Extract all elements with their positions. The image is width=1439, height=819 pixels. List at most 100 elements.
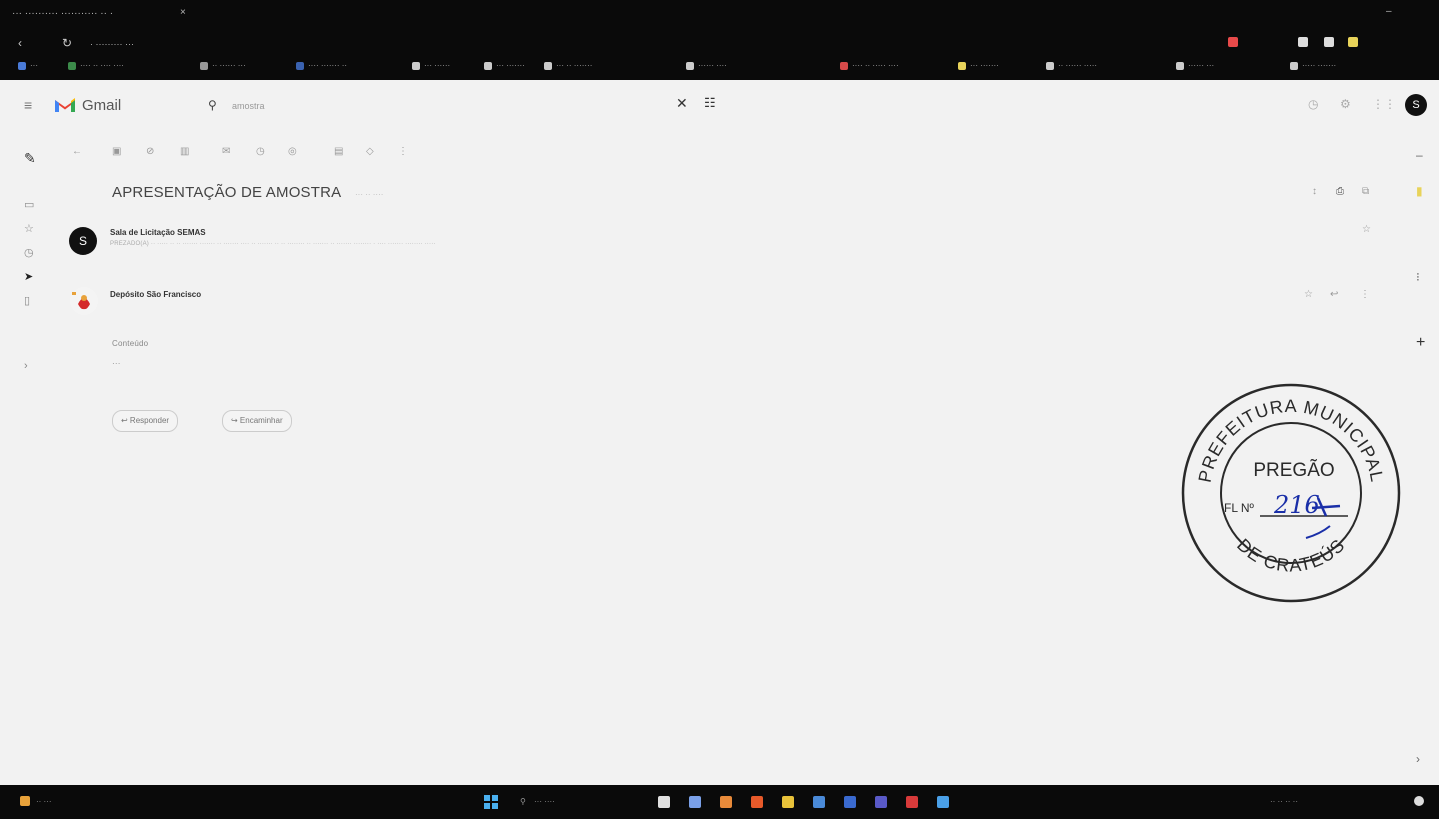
bookmark-item[interactable]: ······ ···· — [686, 61, 727, 70]
bookmark-item[interactable]: ···· ······· ·· — [296, 61, 347, 70]
taskbar-outlook-icon[interactable] — [844, 796, 856, 808]
taskbar-paint-icon[interactable] — [720, 796, 732, 808]
reply-button[interactable]: ↩ Responder — [112, 410, 179, 432]
extension-icon[interactable] — [1298, 37, 1308, 47]
compose-pencil-icon[interactable]: ✎ — [24, 150, 36, 167]
message-more-icon[interactable]: ⋮ — [1360, 289, 1370, 300]
bookmark-item[interactable]: ·· ······ ··· — [200, 61, 246, 70]
profile-icon[interactable] — [1348, 37, 1358, 47]
bookmark-item[interactable]: ····· ······· — [1290, 61, 1336, 70]
bookmark-item[interactable]: ··· ······ — [412, 61, 450, 70]
taskbar-store-icon[interactable] — [813, 796, 825, 808]
sender-avatar[interactable]: S — [69, 227, 97, 255]
bookmark-item[interactable]: ··· ······· — [958, 61, 999, 70]
thread-subject: APRESENTAÇÃO DE AMOSTRA — [112, 184, 342, 201]
bookmark-item[interactable]: ··· — [18, 61, 38, 70]
search-input[interactable] — [230, 96, 654, 116]
inbox-icon[interactable]: ▭ — [24, 198, 34, 211]
side-panel-calendar-icon[interactable]: – — [1416, 148, 1423, 162]
search-icon[interactable]: ⚲ — [208, 98, 217, 112]
system-tray-text[interactable]: ·· ·· ·· ·· — [1270, 797, 1298, 806]
labels-icon[interactable]: ◇ — [366, 146, 374, 157]
add-task-icon[interactable]: ◎ — [288, 146, 297, 157]
notification-icon[interactable] — [1414, 796, 1424, 806]
forward-button[interactable]: ↪ Encaminhar — [222, 410, 292, 432]
minimize-icon[interactable]: – — [1386, 6, 1392, 17]
report-spam-icon[interactable]: ⊘ — [146, 146, 154, 157]
taskbar-acrobat-icon[interactable] — [906, 796, 918, 808]
search-options-icon[interactable]: ☷ — [704, 95, 716, 111]
open-new-window-icon[interactable]: ⧉ — [1362, 186, 1369, 197]
sender-name[interactable]: Sala de Licitação SEMAS — [110, 228, 206, 237]
move-to-icon[interactable]: ▤ — [334, 146, 343, 157]
bookmark-item[interactable]: ··· ······· — [484, 61, 525, 70]
snoozed-icon[interactable]: ◷ — [24, 246, 34, 259]
sender-logo-icon[interactable] — [69, 286, 99, 316]
gmail-brand: Gmail — [82, 97, 122, 114]
url-field[interactable]: · ········· ··· — [90, 39, 134, 49]
show-trimmed-content[interactable]: ··· — [112, 359, 121, 368]
bookmark-item[interactable]: ······ ··· — [1176, 61, 1214, 70]
taskbar-search[interactable]: ··· ···· — [534, 797, 555, 806]
weather-text[interactable]: ·· ··· — [36, 797, 52, 806]
hide-panel-icon[interactable]: › — [1416, 752, 1420, 766]
sent-icon[interactable]: ➤ — [24, 270, 33, 283]
reload-icon[interactable]: ↻ — [62, 36, 72, 50]
reply-icon[interactable]: ↩ — [1330, 289, 1338, 300]
bookmark-item[interactable]: ··· ·· ······· — [544, 61, 592, 70]
taskbar-teams-icon[interactable] — [875, 796, 887, 808]
taskbar-app10-icon[interactable] — [937, 796, 949, 808]
print-icon[interactable]: ⎙ — [1336, 186, 1344, 197]
bookmark-favicon-icon — [412, 61, 420, 70]
taskbar-firefox-icon[interactable] — [751, 796, 763, 808]
star-icon[interactable]: ☆ — [1362, 224, 1371, 235]
address-bar-row: ‹ ↻ · ········· ··· — [0, 30, 1439, 56]
bookmark-favicon-icon — [484, 61, 492, 70]
delete-icon[interactable]: ▥ — [180, 146, 189, 157]
bookmark-label: ·· ······ ····· — [1058, 61, 1098, 70]
start-windows-icon[interactable] — [484, 795, 498, 809]
bookmark-label: ··· ······ — [424, 61, 451, 70]
side-panel-keep-icon[interactable]: ▮ — [1416, 184, 1423, 198]
inbox-label-tag[interactable]: ··· ·· ···· — [355, 190, 383, 199]
bookmark-item[interactable]: ···· ·· ····· ···· — [840, 61, 899, 70]
gmail-logo-icon[interactable] — [54, 97, 76, 113]
bookmark-item[interactable]: ·· ······ ····· — [1046, 61, 1097, 70]
bookmark-favicon-icon — [1176, 61, 1184, 70]
status-icon[interactable]: ◷ — [1308, 97, 1318, 111]
more-options-icon[interactable]: ⋮ — [398, 146, 408, 157]
mark-unread-icon[interactable]: ✉ — [222, 146, 230, 157]
expand-all-icon[interactable]: ↕ — [1312, 186, 1317, 197]
bookmark-favicon-icon — [1046, 61, 1054, 70]
more-chevron-icon[interactable]: › — [24, 360, 28, 372]
bookmark-label: ···· ·· ···· ···· — [80, 61, 124, 70]
taskbar-explorer-icon[interactable] — [782, 796, 794, 808]
add-addon-icon[interactable]: + — [1416, 334, 1425, 352]
back-arrow-icon[interactable]: ← — [72, 146, 82, 157]
message-snippet[interactable]: PREZADO(A) ·· ····· ·· ·· ······· ······… — [110, 241, 436, 247]
main-menu-icon[interactable]: ≡ — [24, 97, 32, 113]
sender-name[interactable]: Depósito São Francisco — [110, 290, 201, 299]
bookmark-label: ···· ·· ····· ···· — [852, 61, 899, 70]
taskbar-chrome-icon[interactable] — [658, 796, 670, 808]
starred-icon[interactable]: ☆ — [24, 222, 34, 235]
weather-icon[interactable] — [20, 796, 30, 806]
bookmark-label: ····· ······· — [1302, 61, 1337, 70]
snooze-icon[interactable]: ◷ — [256, 146, 265, 157]
extension-icon[interactable] — [1324, 37, 1334, 47]
settings-icon[interactable]: ⚙ — [1340, 97, 1351, 111]
bookmark-item[interactable]: ···· ·· ···· ···· — [68, 61, 124, 70]
drafts-icon[interactable]: ▯ — [24, 294, 30, 307]
star-icon[interactable]: ☆ — [1304, 289, 1313, 300]
side-panel-tasks-icon[interactable]: ⁝ — [1416, 270, 1420, 284]
back-icon[interactable]: ‹ — [18, 36, 22, 50]
tab-close-icon[interactable]: × — [180, 7, 186, 18]
account-avatar[interactable]: S — [1405, 94, 1427, 116]
archive-icon[interactable]: ▣ — [112, 146, 121, 157]
extension-icon[interactable] — [1228, 37, 1238, 47]
taskbar-search-icon[interactable]: ⚲ — [520, 797, 526, 806]
clear-search-icon[interactable]: ✕ — [676, 95, 688, 112]
taskbar-chat-icon[interactable] — [689, 796, 701, 808]
tab-strip: ··· ·········· ··········· ·· · × – — [0, 0, 1439, 28]
apps-grid-icon[interactable]: ⋮⋮ — [1372, 97, 1396, 111]
